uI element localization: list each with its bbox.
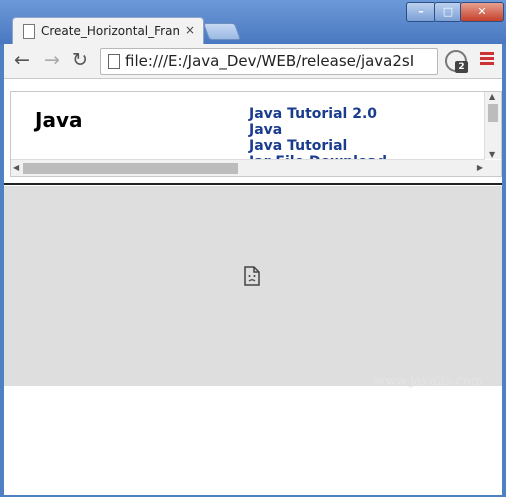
watermark: www.java2s.com [374,374,484,389]
new-tab-button[interactable] [202,23,242,40]
scroll-up-icon[interactable]: ▲ [489,92,495,101]
top-frame: Java Java Tutorial 2.0 Java Java Tutoria… [10,91,502,177]
link-java[interactable]: Java [249,122,387,138]
horizontal-scrollbar[interactable]: ◀ ▶ [11,159,485,176]
vertical-scrollbar[interactable]: ▲ ▼ [484,92,501,159]
scroll-down-icon[interactable]: ▼ [489,150,495,159]
close-icon: ✕ [477,5,487,18]
browser-window: – □ ✕ Create_Horizontal_Frames × ← → ↻ f… [0,0,506,497]
link-java-tutorial[interactable]: Java Tutorial [249,138,387,154]
scroll-right-icon[interactable]: ▶ [477,163,483,172]
bottom-frame [4,186,502,386]
forward-button[interactable]: → [42,50,62,70]
reload-button[interactable]: ↻ [70,50,90,70]
menu-icon[interactable] [480,52,494,67]
tab-title: Create_Horizontal_Frames [41,24,179,38]
url-text[interactable]: file:///E:/Java_Dev/WEB/release/java2sID [125,52,415,70]
broken-page-icon [244,266,260,286]
frame-divider[interactable] [4,183,502,185]
vertical-scroll-thumb[interactable] [488,104,498,122]
address-bar[interactable]: file:///E:/Java_Dev/WEB/release/java2sID… [100,48,438,75]
scrollbar-corner [485,160,501,176]
page-icon [23,24,35,39]
horizontal-scroll-thumb[interactable] [23,163,238,174]
scroll-left-icon[interactable]: ◀ [13,163,19,172]
tab-close-button[interactable]: × [185,23,195,37]
document-icon [108,54,120,69]
maximize-icon: □ [442,5,454,18]
close-window-button[interactable]: ✕ [460,2,504,22]
browser-tab[interactable]: Create_Horizontal_Frames × [12,17,204,45]
title-bar: – □ ✕ Create_Horizontal_Frames × [0,0,506,45]
toolbar: ← → ↻ file:///E:/Java_Dev/WEB/release/ja… [4,44,502,79]
frame-heading: Java [35,108,83,132]
link-java-tutorial-2[interactable]: Java Tutorial 2.0 [249,106,387,122]
minimize-icon: – [418,5,424,18]
minimize-button[interactable]: – [406,2,436,22]
back-button[interactable]: ← [12,50,32,70]
maximize-button[interactable]: □ [434,2,462,22]
page-viewport: Java Java Tutorial 2.0 Java Java Tutoria… [4,79,502,495]
extension-badge: 2 [455,61,468,73]
